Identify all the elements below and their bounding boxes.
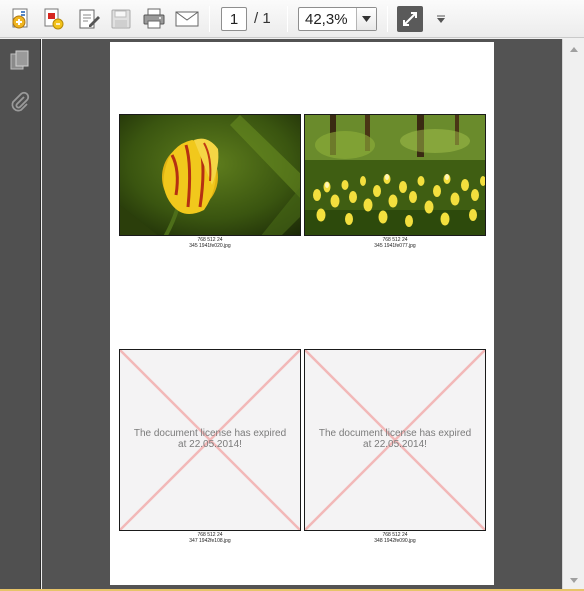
- page-thumbnails-icon[interactable]: [7, 47, 33, 73]
- scroll-down-icon[interactable]: [568, 575, 580, 585]
- pdf-page: 768 512 24 345 1941fe020.jpg 768 512 24 …: [110, 42, 494, 585]
- zoom-value: 42,3%: [305, 11, 348, 28]
- create-icon[interactable]: [8, 6, 34, 32]
- image-caption: 768 512 24 345 1941fe077.jpg: [374, 237, 416, 249]
- expired-license-message: The document license has expired at 22.0…: [318, 428, 472, 450]
- attachments-icon[interactable]: [7, 89, 33, 115]
- fit-page-icon[interactable]: [397, 6, 423, 32]
- tulip-closeup-image: [119, 114, 301, 236]
- vertical-scrollbar[interactable]: [562, 39, 584, 591]
- print-icon[interactable]: [141, 6, 167, 32]
- toolbar-menu-icon[interactable]: [428, 6, 454, 32]
- email-icon[interactable]: [174, 6, 200, 32]
- save-icon[interactable]: [108, 6, 134, 32]
- sign-icon[interactable]: [76, 6, 102, 32]
- image-caption: 768 512 24 347 1942fe108.jpg: [189, 532, 231, 544]
- tulip-field-image: [304, 114, 486, 236]
- chevron-down-icon[interactable]: [356, 8, 376, 30]
- page-total-label: / 1: [254, 10, 271, 27]
- expired-license-message: The document license has expired at 22.0…: [133, 428, 287, 450]
- expired-license-placeholder: The document license has expired at 22.0…: [304, 349, 486, 531]
- image-caption: 768 512 24 348 1942fe090.jpg: [374, 532, 416, 544]
- navigation-pane: [0, 39, 41, 591]
- scroll-up-icon[interactable]: [568, 44, 580, 54]
- convert-icon[interactable]: [41, 6, 67, 32]
- page-number-input[interactable]: 1: [221, 7, 247, 31]
- expired-license-placeholder: The document license has expired at 22.0…: [119, 349, 301, 531]
- image-caption: 768 512 24 345 1941fe020.jpg: [189, 237, 231, 249]
- zoom-select[interactable]: 42,3%: [298, 7, 377, 31]
- toolbar: 1 / 1 42,3%: [0, 0, 584, 38]
